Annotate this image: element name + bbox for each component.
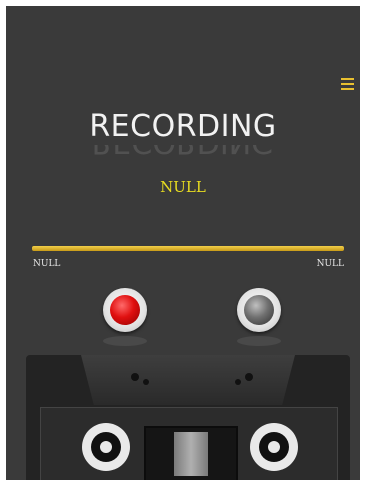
left-reel-icon bbox=[82, 423, 130, 471]
cassette-illustration bbox=[26, 355, 350, 480]
cassette-top bbox=[81, 355, 295, 405]
total-time: NULL bbox=[316, 259, 344, 269]
cassette-hole bbox=[245, 373, 253, 381]
record-button[interactable] bbox=[103, 288, 147, 332]
stop-button-reflection bbox=[237, 336, 281, 346]
right-reel-icon bbox=[250, 423, 298, 471]
record-button-reflection bbox=[103, 336, 147, 346]
recording-status: NULL bbox=[160, 178, 206, 196]
tape-window bbox=[144, 426, 238, 480]
cassette-hole bbox=[143, 379, 149, 385]
progress-fill bbox=[32, 246, 344, 251]
progress-bar[interactable] bbox=[32, 246, 344, 251]
record-icon bbox=[110, 295, 140, 325]
elapsed-time: NULL bbox=[33, 259, 61, 269]
cassette-hole bbox=[131, 373, 139, 381]
stop-icon bbox=[244, 295, 274, 325]
menu-icon[interactable] bbox=[341, 78, 354, 92]
recorder-screen: RECORDING RECORDING NULL NULL NULL bbox=[6, 6, 360, 480]
stop-button[interactable] bbox=[237, 288, 281, 332]
page-title-reflection: RECORDING bbox=[6, 145, 360, 159]
page-title: RECORDING bbox=[89, 109, 277, 144]
cassette-hole bbox=[235, 379, 241, 385]
